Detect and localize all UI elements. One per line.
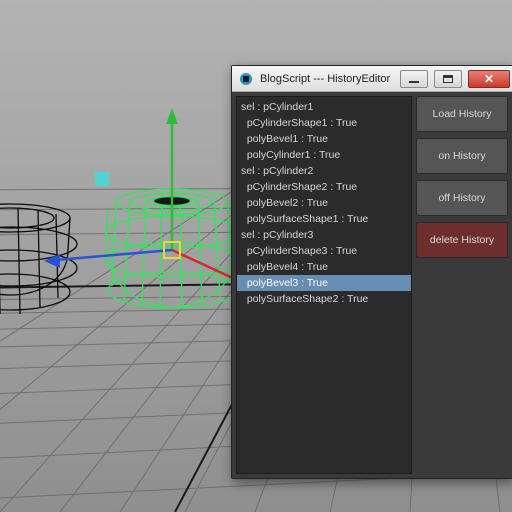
history-row[interactable]: pCylinderShape3 : True [237,243,411,259]
app-icon [238,71,254,87]
history-row[interactable]: polyBevel3 : True [237,275,411,291]
load-history-button[interactable]: Load History [416,96,508,132]
side-buttons: Load History on History off History dele… [416,96,508,474]
history-row[interactable]: sel : pCylinder2 [237,163,411,179]
close-button[interactable]: ✕ [468,70,510,88]
maximize-icon [443,75,453,83]
on-history-button[interactable]: on History [416,138,508,174]
history-row[interactable]: polyBevel2 : True [237,195,411,211]
history-row[interactable]: pCylinderShape2 : True [237,179,411,195]
history-row[interactable]: pCylinderShape1 : True [237,115,411,131]
history-editor-window[interactable]: BlogScript --- HistoryEditor ✕ sel : pCy… [231,65,512,479]
close-icon: ✕ [484,73,494,85]
history-row[interactable]: polyBevel4 : True [237,259,411,275]
maximize-button[interactable] [434,70,462,88]
history-row[interactable]: sel : pCylinder3 [237,227,411,243]
dialog-body: sel : pCylinder1 pCylinderShape1 : True … [232,92,512,478]
minimize-icon [409,81,419,83]
history-row[interactable]: polySurfaceShape1 : True [237,211,411,227]
off-history-button[interactable]: off History [416,180,508,216]
window-title: BlogScript --- HistoryEditor [260,73,394,85]
history-row[interactable]: sel : pCylinder1 [237,99,411,115]
history-row[interactable]: polySurfaceShape2 : True [237,291,411,307]
history-row[interactable]: polyCylinder1 : True [237,147,411,163]
history-list[interactable]: sel : pCylinder1 pCylinderShape1 : True … [236,96,412,474]
delete-history-button[interactable]: delete History [416,222,508,258]
minimize-button[interactable] [400,70,428,88]
titlebar[interactable]: BlogScript --- HistoryEditor ✕ [232,66,512,92]
history-row[interactable]: polyBevel1 : True [237,131,411,147]
